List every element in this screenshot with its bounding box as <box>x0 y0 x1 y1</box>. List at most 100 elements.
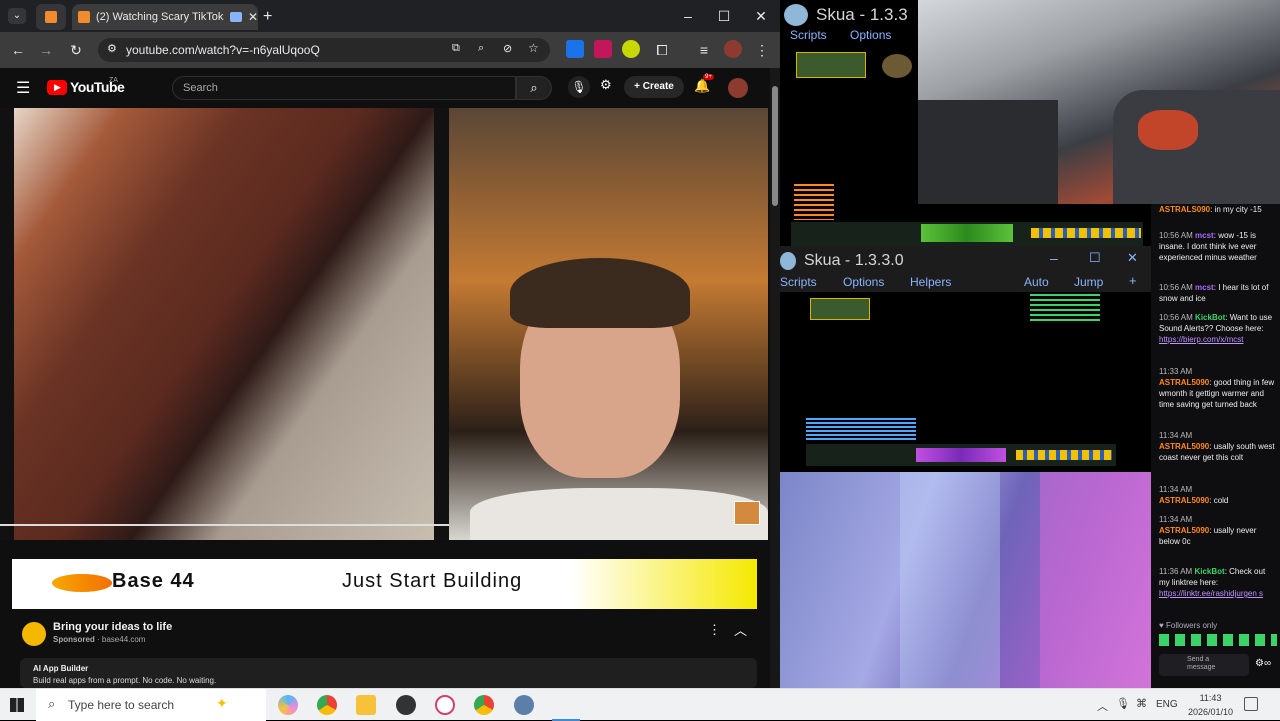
chat-username[interactable]: ASTRAL5090 <box>1159 442 1209 451</box>
address-bar[interactable]: ⚙ youtube.com/watch?v=-n6yalUqooQ ⧉ ⌕ ⊘ … <box>98 38 550 62</box>
skua-window-1: Skua - 1.3.3 Scripts Options <box>780 0 918 246</box>
chat-username[interactable]: mcst <box>1195 283 1214 292</box>
video-progress-bar[interactable] <box>0 524 449 526</box>
ad-detail-desc: Build real apps from a prompt. No code. … <box>33 676 217 685</box>
video-player[interactable] <box>0 108 768 540</box>
tab-title: (2) Watching Scary TikToks <box>96 11 224 23</box>
page-scrollbar[interactable] <box>770 68 780 688</box>
network-icon[interactable]: ⌘ <box>1136 697 1147 710</box>
media-control-icon[interactable]: ≡ <box>694 40 714 60</box>
chat-input[interactable]: Send a message <box>1159 654 1249 676</box>
chat-username[interactable]: mcst <box>1195 231 1214 240</box>
create-button[interactable]: + Create <box>624 76 684 98</box>
extension-icon[interactable] <box>594 40 612 58</box>
skua-taskbar-icon[interactable] <box>514 695 534 715</box>
account-avatar[interactable] <box>728 78 748 98</box>
menu-auto[interactable]: Auto <box>1024 275 1049 289</box>
profile-avatar[interactable] <box>724 40 742 58</box>
menu-scripts[interactable]: Scripts <box>790 28 827 42</box>
chat-username[interactable]: KickBot <box>1195 313 1225 322</box>
add-icon[interactable]: + <box>1129 273 1137 288</box>
skill-bar[interactable] <box>921 224 1013 242</box>
notifications-bell-icon[interactable]: 🔔 <box>694 78 710 94</box>
hamburger-menu-icon[interactable]: ☰ <box>16 78 30 98</box>
zoom-icon[interactable]: ⌕ <box>478 42 484 55</box>
menu-icon-row[interactable] <box>1016 450 1112 460</box>
menu-icon-row[interactable] <box>1031 228 1141 238</box>
ad-banner[interactable]: Base 44 Just Start Building <box>12 559 757 609</box>
tray-chevron-icon[interactable]: ︿ <box>1097 698 1108 714</box>
steam-icon[interactable] <box>396 695 416 715</box>
extension-gear-icon[interactable]: ⚙ <box>600 77 612 93</box>
search-input[interactable]: Search <box>172 76 516 100</box>
chat-username[interactable]: ASTRAL5090 <box>1159 496 1209 505</box>
extensions-puzzle-icon[interactable]: ⧠ <box>652 40 672 60</box>
minimize-button[interactable]: – <box>1050 250 1058 266</box>
emote-row[interactable] <box>1159 634 1277 646</box>
windows-start-icon[interactable] <box>10 698 24 712</box>
menu-helpers[interactable]: Helpers <box>910 275 951 289</box>
skua-title: Skua - 1.3.3 <box>816 5 908 24</box>
ad-detail[interactable]: AI App Builder Build real apps from a pr… <box>20 658 757 688</box>
game-action-bar[interactable] <box>791 222 1143 246</box>
site-info-icon[interactable]: ⚙ <box>107 42 117 55</box>
pinned-tab[interactable] <box>36 4 66 30</box>
microphone-icon[interactable]: 🎙 <box>1116 697 1130 710</box>
tab-close-icon[interactable]: ✕ <box>248 10 258 24</box>
eye-off-icon[interactable]: ⊘ <box>503 42 512 55</box>
close-button[interactable]: ✕ <box>1127 250 1138 266</box>
reload-button[interactable]: ↻ <box>66 40 86 60</box>
youtube-logo-icon[interactable]: ▶ <box>47 80 67 95</box>
close-window-button[interactable]: ✕ <box>749 6 773 26</box>
tab-active[interactable]: (2) Watching Scary TikToks ✕ <box>72 4 258 30</box>
menu-options[interactable]: Options <box>850 28 891 42</box>
search-button[interactable]: ⌕ <box>516 76 552 100</box>
bookmark-star-icon[interactable]: ☆ <box>528 41 539 55</box>
ad-card[interactable]: Bring your ideas to life Sponsored · bas… <box>12 616 757 688</box>
minimize-button[interactable]: – <box>676 6 700 26</box>
menu-scripts[interactable]: Scripts <box>780 275 817 289</box>
back-button[interactable]: ← <box>8 40 28 60</box>
youtube-header: ☰ ▶ YouTube ZA Search ⌕ 🎙 ⚙ + Create 🔔 9… <box>0 68 770 108</box>
chat-username[interactable]: ASTRAL5090 <box>1159 378 1209 387</box>
game-action-bar[interactable] <box>806 444 1116 466</box>
scrollbar-thumb[interactable] <box>772 86 778 206</box>
clock[interactable]: 11:43 2026/01/10 <box>1188 691 1233 719</box>
tab-favicon-icon <box>78 11 90 23</box>
red-blanket <box>1138 110 1198 150</box>
maximize-button[interactable]: ☐ <box>712 6 736 26</box>
chat-link[interactable]: https://bierp.com/x/mcst <box>1159 335 1243 344</box>
maximize-button[interactable]: ☐ <box>1089 250 1101 266</box>
channel-watermark[interactable] <box>734 501 760 525</box>
chrome-icon[interactable] <box>474 695 494 715</box>
new-tab-button[interactable]: + <box>263 8 272 26</box>
browser-menu-icon[interactable]: ⋮ <box>752 40 772 60</box>
chat-timestamp: 11:34 AM <box>1159 515 1193 524</box>
skill-bar[interactable] <box>916 448 1006 462</box>
chat-username[interactable]: ASTRAL5090 <box>1159 526 1209 535</box>
chat-message: 10:56 AM mcst: I hear its lot of snow an… <box>1159 283 1269 303</box>
file-explorer-icon[interactable] <box>356 695 376 715</box>
tab-search-button[interactable]: ⌄ <box>8 8 26 24</box>
search-placeholder: Search <box>183 82 218 94</box>
extension-icon[interactable] <box>622 40 640 58</box>
chat-link[interactable]: https://linktr.ee/rashidjurgen s <box>1159 589 1263 598</box>
menu-jump[interactable]: Jump <box>1074 275 1103 289</box>
notification-center-icon[interactable] <box>1244 697 1258 711</box>
chat-settings-icon[interactable]: ⚙∞ <box>1255 658 1271 669</box>
taskbar-search[interactable]: ⌕ Type here to search ✦ <box>36 689 266 721</box>
more-options-icon[interactable]: ⋮ <box>708 622 721 638</box>
chat-username[interactable]: ASTRALS090 <box>1159 205 1210 214</box>
forward-button[interactable]: → <box>36 40 56 60</box>
chat-username[interactable]: KickBot <box>1194 567 1224 576</box>
chrome-icon[interactable] <box>317 695 337 715</box>
app-icon[interactable] <box>435 695 455 715</box>
collapse-chevron-icon[interactable]: ︿ <box>734 620 747 639</box>
language-indicator[interactable]: ENG <box>1156 699 1178 710</box>
room-camera-feed <box>780 472 1151 688</box>
menu-options[interactable]: Options <box>843 275 884 289</box>
copilot-icon[interactable] <box>278 695 298 715</box>
install-app-icon[interactable]: ⧉ <box>452 42 460 55</box>
extension-icon[interactable] <box>566 40 584 58</box>
voice-search-button[interactable]: 🎙 <box>568 76 590 98</box>
